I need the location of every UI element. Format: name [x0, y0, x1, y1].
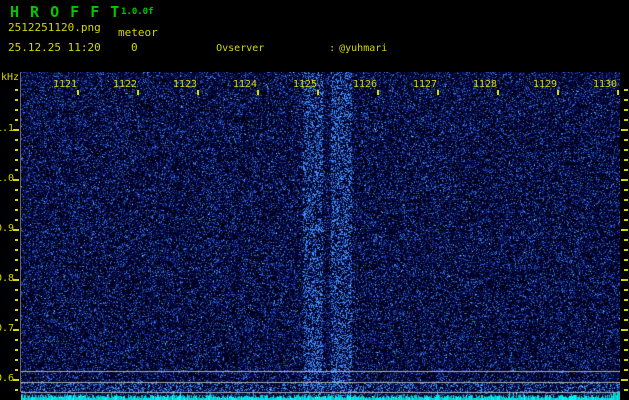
y-axis-tick-minor [15, 369, 18, 371]
y-axis-tick-right [621, 379, 628, 381]
y-axis-tick-minor [15, 259, 18, 261]
y-axis-tick-right [624, 209, 628, 211]
y-axis-tick-major [13, 379, 19, 381]
y-axis-tick-minor [15, 239, 18, 241]
y-axis-tick-minor [15, 159, 18, 161]
y-axis-label: 0.9 [0, 223, 14, 234]
y-axis-tick-right [621, 279, 628, 281]
y-axis-tick-right [624, 89, 628, 91]
y-axis-tick-minor [15, 169, 18, 171]
meteor-counter-label: meteor [118, 26, 158, 39]
y-axis-tick-right [624, 339, 628, 341]
y-axis-tick-minor [15, 89, 18, 91]
y-axis-tick-minor [15, 139, 18, 141]
y-axis-tick-major [13, 129, 19, 131]
y-axis-tick-minor [15, 349, 18, 351]
y-axis-tick-right [624, 169, 628, 171]
y-axis-tick-minor [15, 249, 18, 251]
y-axis-tick-right [624, 99, 628, 101]
y-axis-tick-major [13, 279, 19, 281]
y-axis-tick-right [621, 129, 628, 131]
y-axis-tick-right [624, 109, 628, 111]
y-axis-tick-right [621, 179, 628, 181]
info-label: Ovserver [216, 42, 329, 55]
y-axis-line [20, 72, 21, 392]
y-axis-tick-right [624, 359, 628, 361]
y-axis-tick-minor [15, 269, 18, 271]
y-axis-tick-right [621, 229, 628, 231]
y-axis-tick-minor [15, 309, 18, 311]
y-axis-tick-minor [15, 99, 18, 101]
y-axis-tick-minor [15, 289, 18, 291]
y-axis-tick-minor [15, 389, 18, 391]
meteor-count-value: 0 [131, 41, 138, 54]
y-axis-tick-major [13, 329, 19, 331]
info-row-observer: Ovserver: @yuhmari [180, 29, 586, 68]
y-axis-tick-right [624, 269, 628, 271]
hrofft-window: H R O F F T 1.0.0f 2512251120.png meteor… [0, 0, 629, 400]
y-axis-tick-right [624, 259, 628, 261]
app-title: H R O F F T [10, 3, 120, 21]
y-axis-tick-right [621, 329, 628, 331]
y-axis-tick-major [13, 179, 19, 181]
y-axis-tick-right [624, 389, 628, 391]
timestamp: 25.12.25 11:20 [8, 41, 101, 54]
y-axis-tick-right [624, 289, 628, 291]
y-axis-tick-right [624, 189, 628, 191]
y-axis-label: 0.7 [0, 323, 14, 334]
y-axis-tick-right [624, 349, 628, 351]
y-axis-tick-minor [15, 319, 18, 321]
y-axis-tick-minor [15, 219, 18, 221]
y-axis-tick-minor [15, 299, 18, 301]
app-version: 1.0.0f [121, 7, 154, 17]
y-axis-tick-minor [15, 109, 18, 111]
y-axis-tick-right [624, 239, 628, 241]
y-axis-label: 1.1 [0, 123, 14, 134]
y-axis-label: 1.0 [0, 173, 14, 184]
info-colon: : [329, 42, 339, 55]
y-axis-tick-minor [15, 339, 18, 341]
y-axis-tick-right [624, 369, 628, 371]
y-axis-tick-minor [15, 189, 18, 191]
y-axis-tick-right [624, 119, 628, 121]
y-axis-tick-minor [15, 119, 18, 121]
y-axis-label: 0.8 [0, 273, 14, 284]
y-axis-tick-minor [15, 199, 18, 201]
y-axis-tick-right [624, 319, 628, 321]
y-axis-tick-right [624, 249, 628, 251]
y-axis-tick-major [13, 229, 19, 231]
y-axis-tick-right [624, 149, 628, 151]
spectrogram-canvas [21, 72, 620, 400]
y-axis-tick-right [624, 199, 628, 201]
y-axis-tick-right [624, 159, 628, 161]
y-axis-tick-right [624, 219, 628, 221]
y-axis-tick-minor [15, 359, 18, 361]
y-axis-tick-minor [15, 149, 18, 151]
y-axis-unit-label: kHz [1, 72, 19, 83]
y-axis-tick-right [624, 299, 628, 301]
y-axis-tick-right [624, 139, 628, 141]
y-axis-tick-right [624, 309, 628, 311]
info-value: @yuhmari [339, 43, 387, 54]
y-axis-label: 0.6 [0, 373, 14, 384]
output-filename: 2512251120.png [8, 21, 101, 34]
y-axis-tick-minor [15, 209, 18, 211]
